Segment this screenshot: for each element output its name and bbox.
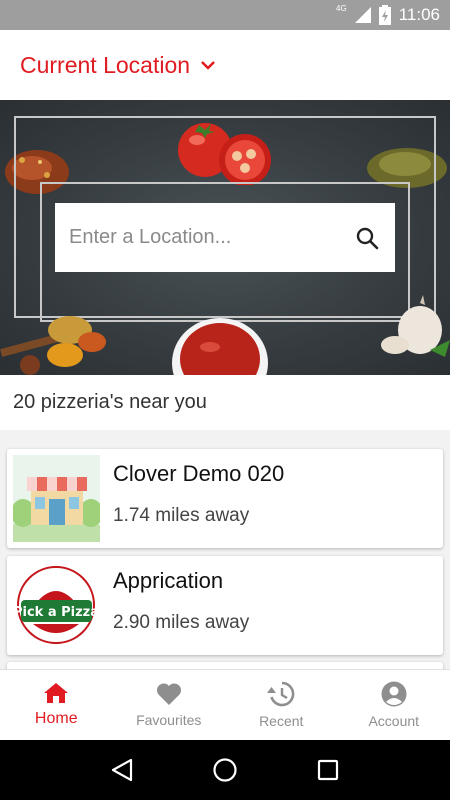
nav-label: Account [368,713,420,729]
pizzeria-logo-thumbnail: Pick a Pizza [13,562,100,649]
pizzeria-name: Apprication [113,568,224,593]
nav-label: Recent [259,713,304,729]
pizzeria-card[interactable]: Pick a Pizza Apprication 2.90 miles away [7,556,443,655]
results-count: 20 pizzeria's near you [0,375,450,430]
nav-home[interactable]: Home [0,670,113,740]
current-location-label: Current Location [20,51,191,78]
signal-icon [354,7,371,23]
pizzeria-distance: 1.74 miles away [113,505,250,526]
spice-spoons-image [0,316,106,375]
nav-label: Home [34,710,78,727]
garlic-image [381,295,450,357]
status-bar: 4G 11:06 [0,0,450,30]
network-type: 4G [336,3,347,13]
pizzeria-distance: 2.90 miles away [113,612,250,633]
nav-recent[interactable]: Recent [225,670,338,740]
recents-square-icon[interactable] [308,750,348,790]
nav-favourites[interactable]: Favourites [113,670,226,740]
history-icon [267,681,295,707]
nav-label: Favourites [136,712,202,728]
heart-icon [156,683,181,705]
bottom-navigation: Home Favourites Recent Account [0,669,450,740]
back-icon[interactable] [102,750,142,790]
chevron-down-icon [201,61,215,70]
account-icon [381,681,407,707]
storefront-thumbnail [13,455,100,542]
home-icon [44,683,69,703]
system-navigation-bar [0,740,450,800]
hero-banner [0,100,450,375]
nav-account[interactable]: Account [338,670,450,740]
svg-text:Pick a Pizza: Pick a Pizza [13,605,99,620]
location-search-box [55,203,395,272]
clock: 11:06 [398,5,440,24]
app-bar: Current Location [0,30,450,100]
pizzeria-card[interactable]: Clover Demo 020 1.74 miles away [7,449,443,548]
current-location-selector[interactable]: Current Location [20,52,216,79]
search-icon[interactable] [353,224,381,252]
sauce-bowl-image [172,318,268,375]
home-circle-icon[interactable] [205,750,245,790]
battery-charging-icon [378,5,391,25]
location-search-input[interactable] [69,226,353,249]
pizzeria-name: Clover Demo 020 [113,461,285,486]
